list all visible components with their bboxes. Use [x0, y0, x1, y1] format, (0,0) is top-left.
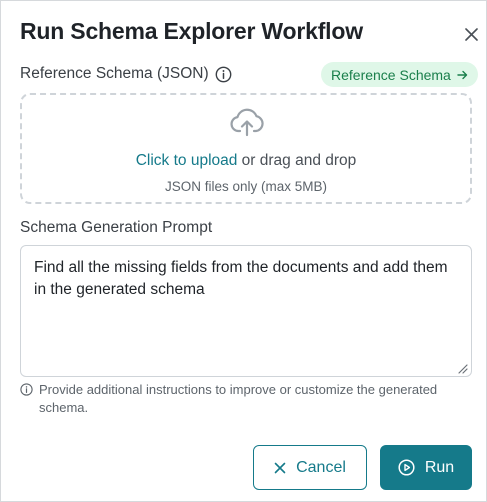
run-workflow-dialog: Run Schema Explorer Workflow Reference S…: [0, 0, 487, 502]
cancel-button[interactable]: Cancel: [253, 445, 367, 490]
info-icon: [20, 383, 33, 396]
prompt-help-text: Provide additional instructions to impro…: [39, 382, 438, 415]
cloud-upload-icon: [230, 108, 264, 137]
close-button[interactable]: [460, 23, 482, 45]
arrow-right-icon: [457, 70, 468, 79]
prompt-help: Provide additional instructions to impro…: [20, 381, 460, 417]
click-to-upload-link[interactable]: Click to upload: [136, 152, 238, 169]
dropzone-instructions: Click to upload or drag and drop: [22, 152, 470, 170]
resize-grip-icon[interactable]: [457, 363, 468, 374]
dialog-title: Run Schema Explorer Workflow: [20, 18, 363, 44]
reference-schema-label: Reference Schema (JSON): [20, 65, 209, 82]
drag-drop-text: or drag and drop: [237, 152, 357, 169]
run-label: Run: [424, 458, 455, 476]
info-icon[interactable]: [215, 66, 232, 83]
reference-schema-label-row: Reference Schema (JSON): [20, 65, 232, 83]
run-button[interactable]: Run: [380, 445, 472, 490]
reference-schema-link[interactable]: Reference Schema: [321, 62, 478, 87]
play-circle-icon: [398, 459, 415, 476]
file-dropzone[interactable]: Click to upload or drag and drop JSON fi…: [20, 93, 472, 204]
dropzone-hint: JSON files only (max 5MB): [164, 179, 328, 194]
cancel-label: Cancel: [296, 458, 346, 476]
prompt-label: Schema Generation Prompt: [20, 219, 213, 236]
close-icon: [464, 27, 478, 41]
schema-prompt-textarea[interactable]: Find all the missing fields from the doc…: [20, 245, 472, 377]
x-icon: [274, 462, 286, 473]
reference-schema-link-label: Reference Schema: [331, 66, 451, 83]
